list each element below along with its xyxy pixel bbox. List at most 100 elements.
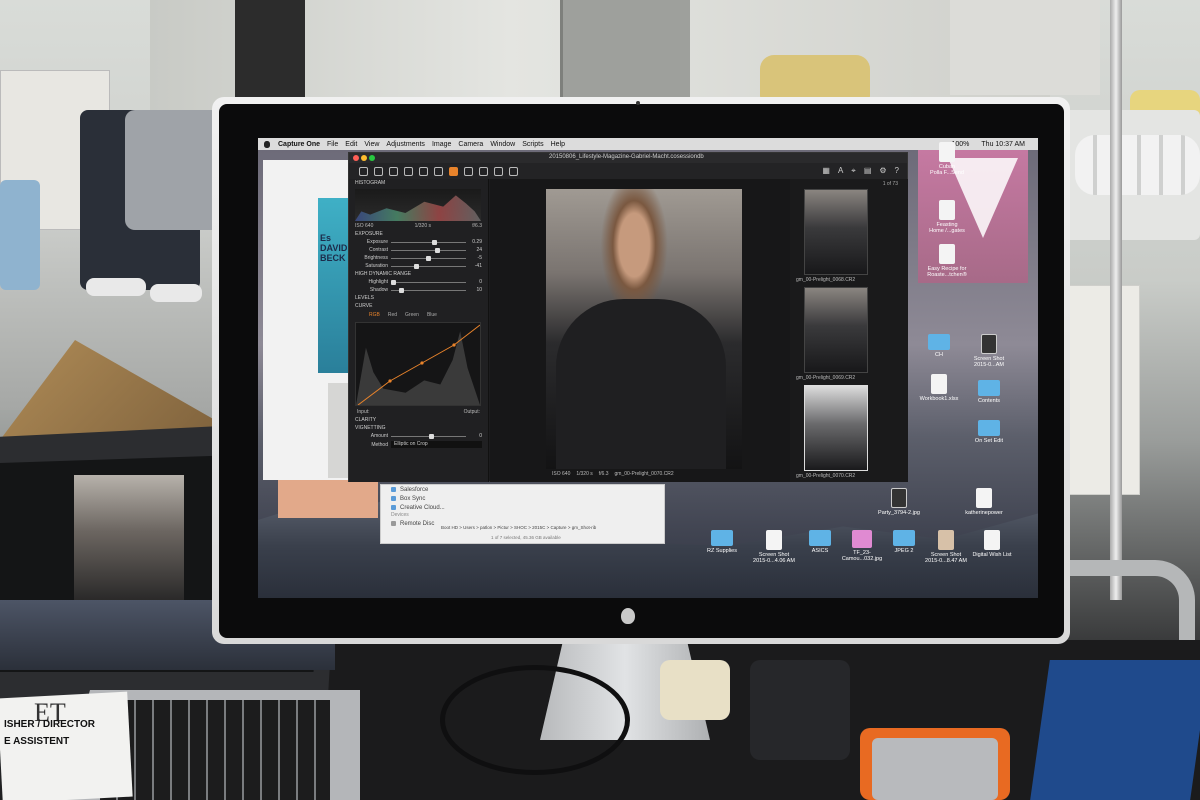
slider-row[interactable]: Brightness -5	[349, 254, 488, 262]
thumbnail[interactable]	[804, 189, 868, 275]
brush-icon[interactable]	[509, 166, 518, 176]
slider-row[interactable]: Exposure 0.29	[349, 238, 488, 246]
print-icon[interactable]: ▤	[864, 166, 872, 176]
slider-row[interactable]: Saturation -41	[349, 262, 488, 270]
pan-icon[interactable]	[464, 166, 473, 176]
import-icon[interactable]	[359, 166, 368, 176]
hdr-sliders: Highlight 0 Shadow 10	[349, 278, 488, 294]
slider-knob[interactable]	[434, 247, 440, 253]
file-icon	[931, 374, 947, 394]
tab-red[interactable]: Red	[388, 312, 397, 318]
slider-track[interactable]	[391, 263, 466, 269]
desktop-icon[interactable]: Contents	[963, 380, 1015, 404]
menubar-clock[interactable]: Thu 10:37 AM	[981, 141, 1025, 148]
levels-header[interactable]: LEVELS	[349, 294, 488, 302]
slider-knob[interactable]	[426, 255, 432, 261]
close-icon[interactable]	[353, 155, 359, 161]
finder-sidebar-item[interactable]: Box Sync	[381, 494, 664, 503]
desktop-icon[interactable]: On Set Edit	[963, 420, 1015, 444]
apple-menu-icon[interactable]	[264, 140, 270, 148]
finder-sidebar-item[interactable]: Creative Cloud...	[381, 503, 664, 512]
menu-edit[interactable]: Edit	[345, 141, 357, 148]
redo-icon[interactable]	[404, 166, 413, 176]
trash-icon[interactable]	[419, 166, 428, 176]
undo-icon[interactable]	[389, 166, 398, 176]
hdr-header[interactable]: HIGH DYNAMIC RANGE	[349, 270, 488, 278]
text-icon[interactable]: A	[838, 166, 843, 176]
crop-icon[interactable]	[479, 166, 488, 176]
method-select[interactable]: Elliptic on Crop	[391, 441, 482, 448]
desktop-icon[interactable]: Screen Shot 2015-0...4.06 AM	[748, 530, 800, 564]
process-icon[interactable]	[449, 166, 458, 176]
slider-knob[interactable]	[391, 279, 396, 285]
cleaning-cloth	[660, 660, 730, 720]
desktop-icon[interactable]: CH	[913, 334, 965, 358]
menu-app-name[interactable]: Capture One	[278, 141, 320, 148]
help-icon[interactable]: ?	[895, 166, 899, 176]
menu-camera[interactable]: Camera	[458, 141, 483, 148]
clarity-header[interactable]: CLARITY	[349, 416, 488, 424]
folder-icon	[978, 420, 1000, 436]
image-viewer[interactable]: ISO 640 1/320 s f/6.3 gm_00-Prelight_007…	[490, 179, 790, 482]
slider-knob[interactable]	[413, 263, 419, 269]
thumbnail-label: gm_00-Prelight_0069.CR2	[796, 375, 856, 381]
eyedropper-icon[interactable]: ⌖	[851, 166, 856, 176]
slider-row[interactable]: Shadow 10	[349, 286, 488, 294]
menu-help[interactable]: Help	[551, 141, 565, 148]
slider-track[interactable]	[391, 279, 466, 285]
reset-icon[interactable]	[434, 166, 443, 176]
finder-path-bar[interactable]: Boot HD > Users > patlon > Pictur > SHOC…	[441, 525, 596, 530]
slider-row[interactable]: Amount 0	[349, 432, 488, 440]
magazine-cover-text: Es DAVID BECK	[320, 233, 348, 263]
menu-scripts[interactable]: Scripts	[522, 141, 543, 148]
slider-track[interactable]	[391, 255, 466, 261]
tab-blue[interactable]: Blue	[427, 312, 437, 318]
desktop-icon[interactable]: Party_3794-2.jpg	[873, 488, 925, 516]
desktop-icon[interactable]: Digital Wish List	[966, 530, 1018, 558]
slider-row[interactable]: Contrast 24	[349, 246, 488, 254]
settings-icon[interactable]: ⚙	[879, 166, 886, 176]
thumbnail-selected[interactable]	[804, 385, 868, 471]
slider-value: 10	[476, 287, 482, 293]
thumbnail[interactable]	[804, 287, 868, 373]
slider-knob[interactable]	[428, 433, 434, 439]
menu-file[interactable]: File	[327, 141, 338, 148]
menu-window[interactable]: Window	[490, 141, 515, 148]
desktop-icon[interactable]: Easy Recipe for Roaste...tchen®	[921, 244, 973, 278]
tab-rgb[interactable]: RGB	[369, 312, 380, 318]
slider-track[interactable]	[391, 433, 466, 439]
minimize-icon[interactable]	[361, 155, 367, 161]
file-icon	[852, 530, 872, 548]
slider-track[interactable]	[391, 247, 466, 253]
disc-icon	[391, 521, 396, 526]
slider-track[interactable]	[391, 287, 466, 293]
desktop-icon[interactable]: Feasting Home /...gates	[921, 200, 973, 234]
desktop-icon[interactable]: katherinepower	[958, 488, 1010, 516]
desktop-icon[interactable]: Screen Shot 2015-0...8.47 AM	[920, 530, 972, 564]
zoom-icon[interactable]	[369, 155, 375, 161]
curve-header[interactable]: CURVE	[349, 302, 488, 310]
image-counter: 1 of 73	[882, 181, 898, 187]
slider-row[interactable]: Highlight 0	[349, 278, 488, 286]
tab-green[interactable]: Green	[405, 312, 419, 318]
menu-adjustments[interactable]: Adjustments	[386, 141, 425, 148]
desktop-icon[interactable]: Cuban Polla F...Send	[921, 142, 973, 176]
desktop-icon[interactable]: Workbook1.xlsx	[913, 374, 965, 402]
viewer-shutter: 1/320 s	[576, 471, 593, 477]
exposure-header[interactable]: EXPOSURE	[349, 230, 488, 238]
histogram-header[interactable]: HISTOGRAM	[349, 179, 488, 187]
rotate-icon[interactable]	[494, 166, 503, 176]
curve-editor[interactable]	[355, 322, 481, 406]
desktop-icon[interactable]: Screen Shot 2015-0...AM	[963, 334, 1015, 368]
vignetting-header[interactable]: VIGNETTING	[349, 424, 488, 432]
grid-view-icon[interactable]: ▦	[822, 166, 830, 176]
slider-knob[interactable]	[432, 239, 438, 245]
desktop-icon-label: katherinepower	[965, 510, 1003, 516]
camera-icon[interactable]	[374, 166, 383, 176]
menu-view[interactable]: View	[364, 141, 379, 148]
menu-image[interactable]: Image	[432, 141, 451, 148]
slider-track[interactable]	[391, 239, 466, 245]
desktop-icon[interactable]: RZ Supplies	[696, 530, 748, 554]
slider-knob[interactable]	[398, 287, 404, 293]
finder-sidebar-item[interactable]: Salesforce	[381, 485, 664, 494]
